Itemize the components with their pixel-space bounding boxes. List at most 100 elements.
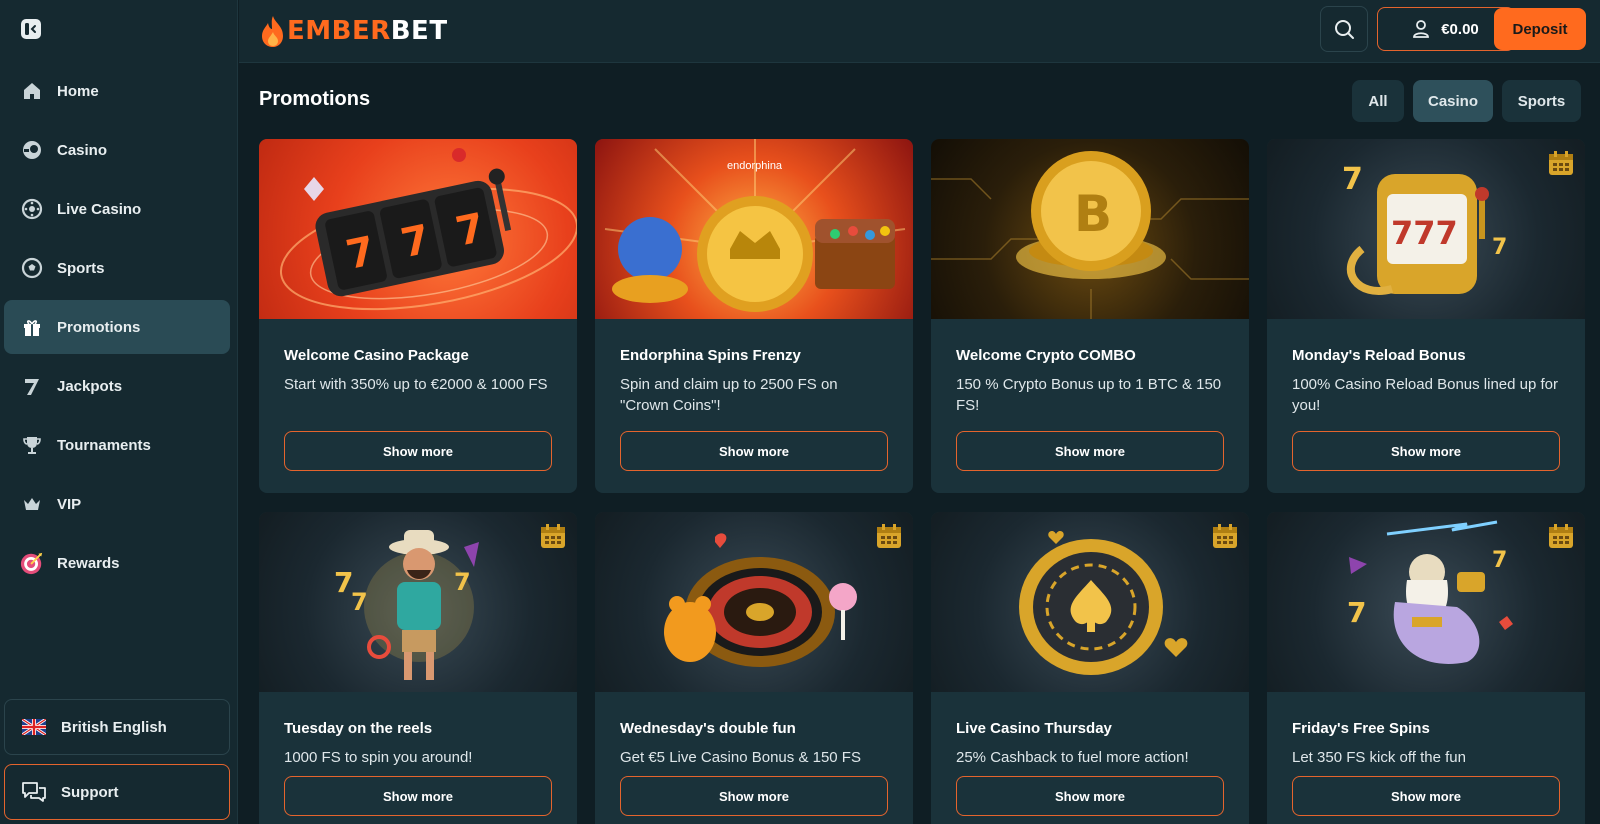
- promo-title: Endorphina Spins Frenzy: [620, 347, 801, 364]
- seven-icon: [20, 374, 44, 398]
- promo-card[interactable]: 7 7 7 Tuesday on the reels 1000 FS to sp…: [259, 512, 577, 824]
- sidebar-item-label: Tournaments: [57, 436, 151, 454]
- sidebar-nav: Home Casino Live Casino Sports Promotion…: [4, 64, 230, 595]
- sidebar-item-rewards[interactable]: Rewards: [4, 536, 230, 590]
- sidebar-item-casino[interactable]: Casino: [4, 123, 230, 177]
- promo-description: Let 350 FS kick off the fun: [1292, 749, 1466, 766]
- sidebar-collapse-icon[interactable]: [20, 18, 42, 40]
- deposit-button[interactable]: Deposit: [1494, 8, 1586, 50]
- sidebar-item-tournaments[interactable]: Tournaments: [4, 418, 230, 472]
- calendar-icon: [1547, 522, 1575, 555]
- promo-image: [595, 512, 913, 692]
- sidebar-item-promotions[interactable]: Promotions: [4, 300, 230, 354]
- show-more-button[interactable]: Show more: [284, 431, 552, 471]
- casino-chip-icon: [20, 138, 44, 162]
- promo-title: Monday's Reload Bonus: [1292, 347, 1466, 364]
- sidebar-item-live-casino[interactable]: Live Casino: [4, 182, 230, 236]
- language-selector[interactable]: British English: [4, 699, 230, 755]
- promo-card[interactable]: endorphina Endorphina Spins Frenzy Spin …: [595, 139, 913, 493]
- sidebar-item-label: Promotions: [57, 318, 141, 336]
- show-more-button[interactable]: Show more: [620, 431, 888, 471]
- sidebar-item-label: Jackpots: [57, 377, 123, 395]
- home-icon: [20, 79, 44, 103]
- promo-title: Live Casino Thursday: [956, 720, 1112, 737]
- language-label: British English: [61, 718, 167, 736]
- tab-casino[interactable]: Casino: [1413, 80, 1493, 122]
- calendar-icon: [1547, 149, 1575, 182]
- show-more-button[interactable]: Show more: [956, 431, 1224, 471]
- svg-text:7: 7: [351, 588, 368, 616]
- promo-image: 777 7 7: [1267, 139, 1585, 319]
- target-icon: [20, 551, 44, 575]
- chat-bubbles-icon: [21, 780, 47, 804]
- user-icon: [1413, 20, 1430, 38]
- promo-image: 7 7 7: [259, 139, 577, 319]
- balance-amount: €0.00: [1441, 20, 1479, 38]
- svg-text:7: 7: [1492, 548, 1507, 573]
- sidebar-item-home[interactable]: Home: [4, 64, 230, 118]
- sidebar-item-label: Home: [57, 82, 99, 100]
- promo-description: 1000 FS to spin you around!: [284, 749, 473, 766]
- svg-text:7: 7: [1492, 235, 1507, 260]
- page-title: Promotions: [259, 88, 371, 110]
- support-label: Support: [61, 783, 119, 801]
- search-button[interactable]: [1320, 6, 1368, 52]
- uk-flag-icon: [21, 715, 47, 739]
- svg-text:777: 777: [1391, 214, 1458, 252]
- promo-title: Welcome Crypto COMBO: [956, 347, 1136, 364]
- support-button[interactable]: Support: [4, 764, 230, 820]
- promo-card[interactable]: Wednesday's double fun Get €5 Live Casin…: [595, 512, 913, 824]
- promo-description: 100% Casino Reload Bonus lined up for yo…: [1292, 376, 1559, 414]
- promo-title: Welcome Casino Package: [284, 347, 469, 364]
- tab-all[interactable]: All: [1352, 80, 1404, 122]
- promo-image: 7 7: [1267, 512, 1585, 692]
- promo-title: Tuesday on the reels: [284, 720, 433, 737]
- sidebar-item-jackpots[interactable]: Jackpots: [4, 359, 230, 413]
- gift-icon: [20, 315, 44, 339]
- promo-card[interactable]: 777 7 7 Monday's Reload Bonus 100% Casin…: [1267, 139, 1585, 493]
- promo-description: 25% Cashback to fuel more action!: [956, 749, 1189, 766]
- show-more-button[interactable]: Show more: [956, 776, 1224, 816]
- roulette-icon: [20, 197, 44, 221]
- calendar-icon: [1211, 522, 1239, 555]
- svg-text:B: B: [1074, 185, 1112, 243]
- sidebar-item-label: Sports: [57, 259, 105, 277]
- promo-image: endorphina: [595, 139, 913, 319]
- search-icon: [1335, 20, 1354, 39]
- show-more-button[interactable]: Show more: [284, 776, 552, 816]
- top-header: EMBER BET €0.00 Deposit: [239, 0, 1600, 63]
- endorphina-brand-text: endorphina: [727, 160, 783, 172]
- promo-description: Get €5 Live Casino Bonus & 150 FS: [620, 749, 861, 766]
- promo-card[interactable]: 7 7 Friday's Free Spins Let 350 FS kick …: [1267, 512, 1585, 824]
- sidebar: Home Casino Live Casino Sports Promotion…: [0, 0, 238, 824]
- promo-card[interactable]: 7 7 7 Welcome Casino Package Start with …: [259, 139, 577, 493]
- promo-title: Friday's Free Spins: [1292, 720, 1430, 737]
- flame-icon: [262, 16, 283, 47]
- svg-text:7: 7: [454, 568, 471, 596]
- svg-text:7: 7: [1347, 596, 1366, 629]
- promo-description: 150 % Crypto Bonus up to 1 BTC & 150 FS!: [956, 376, 1222, 414]
- promo-card[interactable]: B Welcome Crypto COMBO 150 % Crypto Bonu…: [931, 139, 1249, 493]
- sidebar-item-sports[interactable]: Sports: [4, 241, 230, 295]
- svg-text:7: 7: [1342, 162, 1363, 197]
- show-more-button[interactable]: Show more: [620, 776, 888, 816]
- brand-name-part2: BET: [390, 16, 448, 46]
- promo-title: Wednesday's double fun: [620, 720, 796, 737]
- tab-sports[interactable]: Sports: [1502, 80, 1581, 122]
- crown-icon: [20, 492, 44, 516]
- calendar-icon: [539, 522, 567, 555]
- show-more-button[interactable]: Show more: [1292, 431, 1560, 471]
- promo-card[interactable]: Live Casino Thursday 25% Cashback to fue…: [931, 512, 1249, 824]
- promo-description: Start with 350% up to €2000 & 1000 FS: [284, 376, 548, 393]
- promo-filter-tabs: All Casino Sports: [1352, 80, 1581, 122]
- show-more-button[interactable]: Show more: [1292, 776, 1560, 816]
- sidebar-item-label: Live Casino: [57, 200, 142, 218]
- sidebar-item-label: VIP: [57, 495, 82, 513]
- soccer-ball-icon: [20, 256, 44, 280]
- sidebar-item-vip[interactable]: VIP: [4, 477, 230, 531]
- brand-logo[interactable]: EMBER BET: [259, 12, 448, 50]
- calendar-icon: [875, 522, 903, 555]
- sidebar-item-label: Rewards: [57, 554, 120, 572]
- promo-image: 7 7 7: [259, 512, 577, 692]
- sidebar-item-label: Casino: [57, 141, 108, 159]
